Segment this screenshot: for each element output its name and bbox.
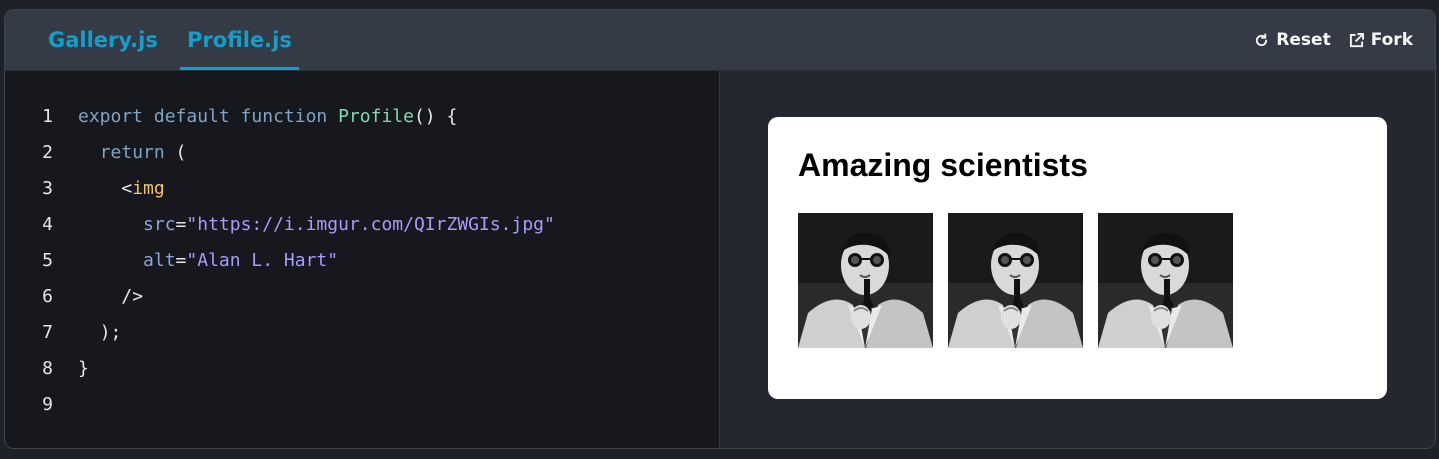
code-punct: < — [121, 178, 133, 199]
line-number: 5 — [42, 250, 53, 271]
code-function-name: Profile — [338, 106, 414, 127]
preview-card: Amazing scientists — [768, 117, 1387, 399]
code-punct: = — [175, 250, 187, 271]
sandpack-sandbox: Gallery.js Profile.js Reset Fork 1 expor… — [4, 9, 1436, 449]
page-heading: Amazing scientists — [798, 147, 1088, 183]
scientist-photo — [948, 213, 1083, 348]
tab-profile-js[interactable]: Profile.js — [180, 10, 299, 70]
code-punct: = — [175, 214, 187, 235]
code-lines: 1 export default function Profile() { 2 … — [5, 99, 555, 423]
line-number: 3 — [42, 178, 53, 199]
line-number: 1 — [42, 106, 53, 127]
code-editor[interactable]: 1 export default function Profile() { 2 … — [5, 71, 720, 448]
code-line: 9 — [5, 387, 555, 423]
scientist-photo — [798, 213, 933, 348]
code-keyword: export default function — [78, 106, 339, 127]
refresh-icon — [1256, 32, 1268, 46]
code-text: ); — [99, 322, 122, 343]
code-line: 3 < img — [5, 171, 555, 207]
code-string: "Alan L. Hart" — [186, 250, 339, 271]
external-link-icon — [1349, 32, 1364, 47]
fork-label: Fork — [1370, 30, 1413, 50]
fork-button[interactable]: Fork — [1349, 30, 1413, 50]
line-number: 7 — [42, 322, 53, 343]
line-number: 4 — [42, 214, 53, 235]
scientist-photo — [1098, 213, 1233, 348]
preview-pane: Amazing scientists — [720, 71, 1435, 448]
code-text: ( — [164, 142, 187, 163]
file-tab-bar: Gallery.js Profile.js Reset Fork — [5, 10, 1435, 71]
code-line: 8 } — [5, 351, 555, 387]
code-attribute: src — [143, 214, 176, 235]
code-tag: img — [132, 178, 165, 199]
reset-button[interactable]: Reset — [1254, 30, 1331, 50]
code-text: () { — [413, 106, 458, 127]
code-line: 1 export default function Profile() { — [5, 99, 555, 135]
code-text: } — [78, 358, 89, 379]
code-line: 4 src = "https://i.imgur.com/QIrZWGIs.jpg" — [5, 207, 555, 243]
line-number: 9 — [42, 394, 53, 415]
code-line: 2 return ( — [5, 135, 555, 171]
code-line: 5 alt = "Alan L. Hart" — [5, 243, 555, 279]
reset-label: Reset — [1276, 30, 1331, 50]
tab-gallery-js[interactable]: Gallery.js — [48, 10, 158, 70]
code-line: 6 /> — [5, 279, 555, 315]
code-attribute: alt — [143, 250, 176, 271]
line-number: 6 — [42, 286, 53, 307]
line-number: 8 — [42, 358, 53, 379]
code-text: /> — [121, 286, 144, 307]
code-keyword: return — [99, 142, 165, 163]
code-line: 7 ); — [5, 315, 555, 351]
toolbar-actions: Reset Fork — [1254, 10, 1413, 70]
code-string: "https://i.imgur.com/QIrZWGIs.jpg" — [186, 214, 555, 235]
line-number: 2 — [42, 142, 53, 163]
